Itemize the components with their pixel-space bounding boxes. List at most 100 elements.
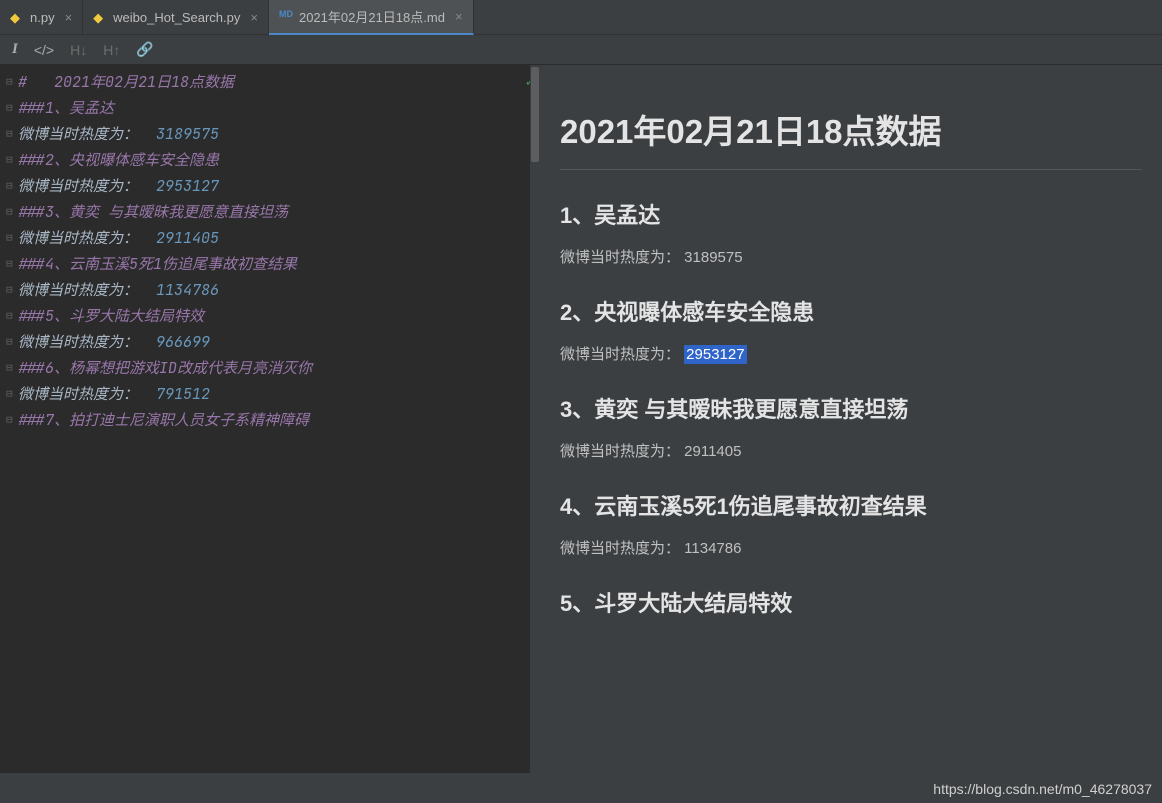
preview-item: 5、斗罗大陆大结局特效 <box>560 586 1142 618</box>
code-token: 4、云南玉溪5死1伤追尾事故初查结果 <box>45 251 297 277</box>
code-token: 6、杨幂想把游戏ID改成代表月亮消灭你 <box>45 355 312 381</box>
preview-heading: 3、黄奕 与其暧昧我更愿意直接坦荡 <box>560 392 1142 424</box>
heading-down-button[interactable]: H↓ <box>70 42 87 58</box>
code-token: 2021年02月21日18点数据 <box>54 69 234 95</box>
tab-label: n.py <box>30 10 55 25</box>
fold-icon[interactable]: ⊟ <box>6 225 18 251</box>
heat-label: 微博当时热度为： <box>560 443 684 460</box>
fold-icon[interactable]: ⊟ <box>6 173 18 199</box>
markdown-preview: 2021年02月21日18点数据 1、吴孟达微博当时热度为： 3189575 2、… <box>540 65 1162 780</box>
preview-heat-line: 微博当时热度为： 3189575 <box>560 246 1142 267</box>
code-line[interactable]: ⊟微博当时热度为： 791512 <box>0 381 540 407</box>
preview-heat-line: 微博当时热度为： 2953127 <box>560 343 1142 364</box>
tab-label: weibo_Hot_Search.py <box>113 10 240 25</box>
code-line[interactable]: ⊟# 2021年02月21日18点数据 <box>0 69 540 95</box>
code-token: 微博当时热度为： <box>18 173 156 199</box>
code-button[interactable]: </> <box>34 42 54 58</box>
code-token: 3、黄奕 与其暧昧我更愿意直接坦荡 <box>45 199 288 225</box>
code-token: 1、吴孟达 <box>45 95 114 121</box>
python-icon: ◆ <box>93 10 107 24</box>
close-icon[interactable]: × <box>250 10 258 25</box>
fold-icon[interactable]: ⊟ <box>6 277 18 303</box>
code-token: 微博当时热度为： <box>18 329 156 355</box>
markdown-toolbar: I </> H↓ H↑ 🔗 <box>0 35 1162 65</box>
close-icon[interactable]: × <box>65 10 73 25</box>
fold-icon[interactable]: ⊟ <box>6 69 18 95</box>
heat-value: 2911405 <box>684 443 741 460</box>
code-token: 3189575 <box>156 121 219 147</box>
scrollbar-thumb[interactable] <box>531 67 539 162</box>
code-line[interactable]: ⊟### 4、云南玉溪5死1伤追尾事故初查结果 <box>0 251 540 277</box>
italic-button[interactable]: I <box>12 41 18 58</box>
fold-icon[interactable]: ⊟ <box>6 329 18 355</box>
tab-file-1[interactable]: ◆ weibo_Hot_Search.py × <box>83 0 269 35</box>
code-token: ### <box>18 355 45 381</box>
link-button[interactable]: 🔗 <box>136 41 153 58</box>
fold-icon[interactable]: ⊟ <box>6 95 18 121</box>
code-token: ### <box>18 251 45 277</box>
code-token: 2、央视曝体感车安全隐患 <box>45 147 219 173</box>
markdown-source-editor[interactable]: ✓ ⊟# 2021年02月21日18点数据⊟### 1、吴孟达⊟微博当时热度为：… <box>0 65 540 780</box>
heat-value: 3189575 <box>684 249 742 266</box>
fold-icon[interactable]: ⊟ <box>6 355 18 381</box>
fold-icon[interactable]: ⊟ <box>6 303 18 329</box>
preview-heading: 1、吴孟达 <box>560 198 1142 230</box>
code-line[interactable]: ⊟微博当时热度为： 2911405 <box>0 225 540 251</box>
code-token: # <box>18 69 54 95</box>
code-token: ### <box>18 303 45 329</box>
vertical-scrollbar[interactable] <box>530 65 540 780</box>
fold-icon[interactable]: ⊟ <box>6 251 18 277</box>
close-icon[interactable]: × <box>455 9 463 24</box>
preview-heat-line: 微博当时热度为： 1134786 <box>560 537 1142 558</box>
fold-icon[interactable]: ⊟ <box>6 121 18 147</box>
code-token: ### <box>18 147 45 173</box>
code-line[interactable]: ⊟微博当时热度为： 2953127 <box>0 173 540 199</box>
code-line[interactable]: ⊟### 1、吴孟达 <box>0 95 540 121</box>
code-line[interactable]: ⊟微博当时热度为： 966699 <box>0 329 540 355</box>
heat-label: 微博当时热度为： <box>560 249 684 266</box>
preview-heading: 4、云南玉溪5死1伤追尾事故初查结果 <box>560 489 1142 521</box>
code-line[interactable]: ⊟### 5、斗罗大陆大结局特效 <box>0 303 540 329</box>
heat-label: 微博当时热度为： <box>560 540 684 557</box>
heat-value: 2953127 <box>684 345 746 364</box>
preview-title: 2021年02月21日18点数据 <box>560 105 1142 170</box>
code-token: 7、拍打迪士尼演职人员女子系精神障碍 <box>45 407 309 433</box>
code-token: 微博当时热度为： <box>18 121 156 147</box>
fold-icon[interactable]: ⊟ <box>6 147 18 173</box>
code-line[interactable]: ⊟微博当时热度为： 1134786 <box>0 277 540 303</box>
code-token: 1134786 <box>156 277 219 303</box>
preview-heading: 5、斗罗大陆大结局特效 <box>560 586 1142 618</box>
preview-heading: 2、央视曝体感车安全隐患 <box>560 295 1142 327</box>
fold-icon[interactable]: ⊟ <box>6 199 18 225</box>
code-token: 791512 <box>156 381 210 407</box>
editor-tabs: ◆ n.py × ◆ weibo_Hot_Search.py × MD 2021… <box>0 0 1162 35</box>
preview-item: 4、云南玉溪5死1伤追尾事故初查结果微博当时热度为： 1134786 <box>560 489 1142 558</box>
code-token: ### <box>18 95 45 121</box>
preview-item: 2、央视曝体感车安全隐患微博当时热度为： 2953127 <box>560 295 1142 364</box>
watermark-text: https://blog.csdn.net/m0_46278037 <box>933 781 1152 797</box>
code-token: 2911405 <box>156 225 219 251</box>
heading-up-button[interactable]: H↑ <box>103 42 120 58</box>
code-token: ### <box>18 199 45 225</box>
code-token: 微博当时热度为： <box>18 277 156 303</box>
tab-file-0[interactable]: ◆ n.py × <box>0 0 83 35</box>
main-split: ✓ ⊟# 2021年02月21日18点数据⊟### 1、吴孟达⊟微博当时热度为：… <box>0 65 1162 780</box>
code-token: ### <box>18 407 45 433</box>
code-token: 微博当时热度为： <box>18 381 156 407</box>
heat-value: 1134786 <box>684 540 741 557</box>
fold-icon[interactable]: ⊟ <box>6 407 18 433</box>
preview-item: 3、黄奕 与其暧昧我更愿意直接坦荡微博当时热度为： 2911405 <box>560 392 1142 461</box>
code-line[interactable]: ⊟### 7、拍打迪士尼演职人员女子系精神障碍 <box>0 407 540 433</box>
heat-label: 微博当时热度为： <box>560 346 684 363</box>
code-line[interactable]: ⊟微博当时热度为： 3189575 <box>0 121 540 147</box>
fold-icon[interactable]: ⊟ <box>6 381 18 407</box>
code-token: 5、斗罗大陆大结局特效 <box>45 303 204 329</box>
code-line[interactable]: ⊟### 6、杨幂想把游戏ID改成代表月亮消灭你 <box>0 355 540 381</box>
preview-item: 1、吴孟达微博当时热度为： 3189575 <box>560 198 1142 267</box>
code-token: 966699 <box>156 329 210 355</box>
tab-file-2[interactable]: MD 2021年02月21日18点.md × <box>269 0 474 35</box>
code-line[interactable]: ⊟### 2、央视曝体感车安全隐患 <box>0 147 540 173</box>
code-line[interactable]: ⊟### 3、黄奕 与其暧昧我更愿意直接坦荡 <box>0 199 540 225</box>
markdown-icon: MD <box>279 9 293 23</box>
code-token: 微博当时热度为： <box>18 225 156 251</box>
